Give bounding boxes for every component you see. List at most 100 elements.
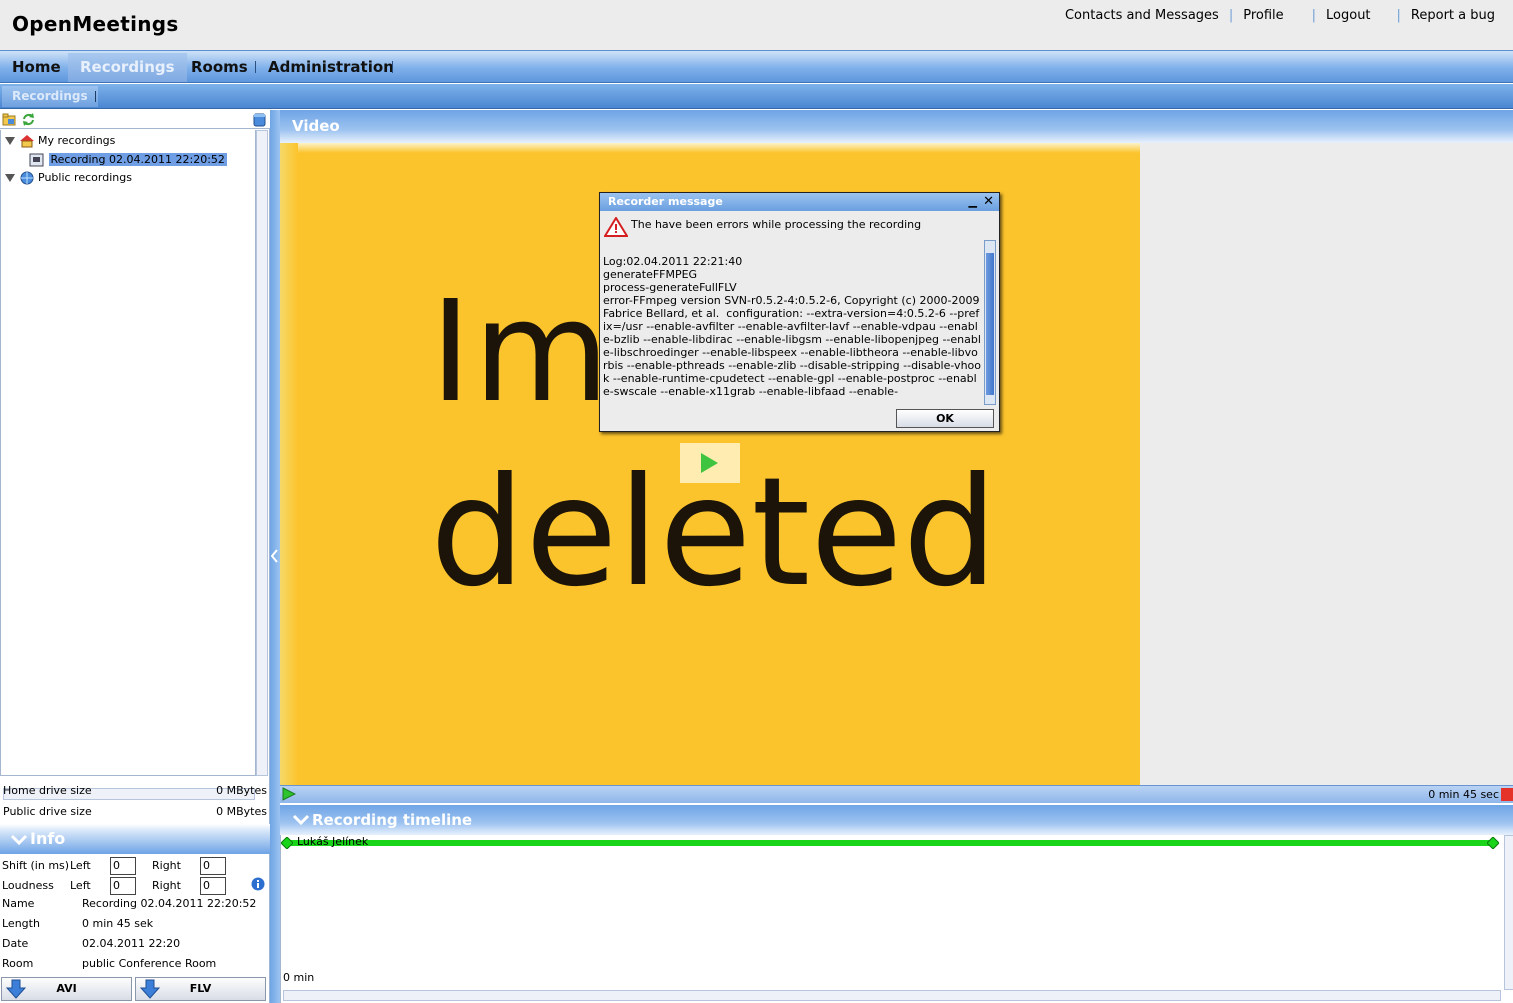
dialog-title: Recorder message xyxy=(608,195,723,208)
chevron-left-icon xyxy=(271,549,278,563)
minimize-icon[interactable]: ▁ xyxy=(969,193,977,211)
length-value: 0 min 45 sek xyxy=(82,917,154,930)
info-icon[interactable] xyxy=(251,877,265,891)
track-end-handle-icon[interactable] xyxy=(1487,837,1499,849)
nav-home[interactable]: Home xyxy=(0,53,73,82)
play-small-icon[interactable] xyxy=(282,787,296,801)
dialog-scrollbar[interactable] xyxy=(984,240,996,405)
name-label: Name xyxy=(2,897,35,910)
video-left-edge xyxy=(280,143,298,785)
home-drive-value: 0 MBytes xyxy=(216,784,267,797)
chevron-down-icon xyxy=(10,834,28,846)
video-top-edge xyxy=(280,143,1140,153)
info-title: Info xyxy=(30,829,66,848)
shift-left-input[interactable]: 0 xyxy=(110,857,136,875)
dialog-message: The have been errors while processing th… xyxy=(631,218,922,231)
tree-node-recording[interactable]: Recording 02.04.2011 22:20:52 xyxy=(29,151,227,169)
recordings-tree: My recordings Recording 02.04.2011 22:20… xyxy=(0,130,256,800)
chevron-down-icon xyxy=(292,814,310,826)
stop-marker[interactable] xyxy=(1501,788,1513,801)
tree-node-public-recordings[interactable]: Public recordings xyxy=(5,169,132,187)
tree-label-my-recordings: My recordings xyxy=(38,134,116,147)
public-drive-size-row: Public drive size 0 MBytes xyxy=(0,802,270,822)
shift-right-label: Right xyxy=(152,859,181,872)
globe-icon xyxy=(20,171,33,185)
logout-link[interactable]: Logout xyxy=(1326,8,1371,23)
home-drive-size-row: Home drive size 0 MBytes xyxy=(0,781,270,801)
timeline-user-label: Lukáš Jelínek xyxy=(297,835,369,848)
avi-label: AVI xyxy=(56,982,77,995)
timeline-vertical-scrollbar[interactable] xyxy=(1504,835,1513,990)
video-time: 0 min 45 sec xyxy=(1428,788,1499,801)
left-panel: My recordings Recording 02.04.2011 22:20… xyxy=(0,110,270,1003)
timeline-header[interactable]: Recording timeline xyxy=(280,805,1513,835)
download-flv-button[interactable]: FLV xyxy=(135,977,266,1001)
ok-button[interactable]: OK xyxy=(896,409,994,428)
top-links: Contacts and Messages | Profile | Logout | Rep… xyxy=(1065,8,1495,23)
dialog-scroll-thumb[interactable] xyxy=(986,253,994,395)
dialog-title-bar[interactable]: Recorder message ▁ ✕ xyxy=(600,193,999,211)
loudness-left-input[interactable]: 0 xyxy=(110,877,136,895)
app-title: OpenMeetings xyxy=(12,12,179,36)
link-separator: | xyxy=(1228,8,1234,23)
shift-label: Shift (in ms) xyxy=(2,859,70,872)
loudness-left-label: Left xyxy=(70,879,91,892)
refresh-icon[interactable] xyxy=(21,112,36,127)
video-control-bar: 0 min 45 sec xyxy=(280,785,1513,803)
shift-right-input[interactable]: 0 xyxy=(200,857,226,875)
timeline-zero-label: 0 min xyxy=(283,971,315,984)
flv-label: FLV xyxy=(189,982,212,995)
timeline-track[interactable] xyxy=(285,840,1495,846)
length-label: Length xyxy=(2,917,40,930)
play-button[interactable] xyxy=(680,443,740,483)
subnav-recordings[interactable]: Recordings xyxy=(2,86,98,107)
trash-icon[interactable] xyxy=(252,112,267,127)
track-start-handle-icon[interactable] xyxy=(281,837,293,849)
info-header[interactable]: Info xyxy=(0,824,270,854)
play-icon xyxy=(701,453,718,473)
tree-toolbar xyxy=(0,110,270,129)
timeline-area: Lukáš Jelínek 0 min xyxy=(280,835,1513,1003)
profile-link[interactable]: Profile xyxy=(1243,8,1283,23)
new-folder-icon[interactable] xyxy=(2,112,17,127)
name-value: Recording 02.04.2011 22:20:52 xyxy=(82,897,257,910)
link-separator: | xyxy=(1396,8,1401,23)
loudness-right-input[interactable]: 0 xyxy=(200,877,226,895)
room-label: Room xyxy=(2,957,34,970)
close-icon[interactable]: ✕ xyxy=(983,193,994,211)
shift-row: Shift (in ms) Left 0 Right 0 xyxy=(0,856,270,876)
download-avi-button[interactable]: AVI xyxy=(1,977,132,1001)
nav-rooms[interactable]: Rooms xyxy=(179,53,260,82)
panel-collapse-tab[interactable] xyxy=(270,110,280,1003)
tree-vertical-scrollbar[interactable] xyxy=(256,130,268,776)
link-separator: | xyxy=(1311,8,1317,23)
date-label: Date xyxy=(2,937,29,950)
main-nav: Home Recordings Rooms Administration xyxy=(0,50,1513,83)
public-drive-label: Public drive size xyxy=(3,805,92,818)
report-bug-link[interactable]: Report a bug xyxy=(1411,8,1495,23)
tree-label-public-recordings: Public recordings xyxy=(38,171,132,184)
expand-arrow-icon[interactable] xyxy=(5,137,15,145)
expand-arrow-icon[interactable] xyxy=(5,174,15,182)
home-drive-label: Home drive size xyxy=(3,784,92,797)
date-value: 02.04.2011 22:20 xyxy=(82,937,181,950)
contacts-messages-link[interactable]: Contacts and Messages xyxy=(1065,8,1219,23)
timeline-horizontal-scrollbar[interactable] xyxy=(283,990,1501,1001)
tree-label-recording: Recording 02.04.2011 22:20:52 xyxy=(48,153,227,166)
tree-node-my-recordings[interactable]: My recordings xyxy=(5,132,115,150)
length-row: Length 0 min 45 sek xyxy=(0,914,270,934)
nav-administration[interactable]: Administration xyxy=(256,53,406,82)
loudness-label: Loudness xyxy=(2,879,54,892)
video-image-text-line1: Im xyxy=(430,271,612,434)
recording-file-icon xyxy=(29,153,44,167)
subnav-separator xyxy=(95,91,96,102)
home-icon xyxy=(19,135,34,148)
loudness-right-label: Right xyxy=(152,879,181,892)
sub-nav: Recordings xyxy=(0,84,1513,109)
top-bar: OpenMeetings Contacts and Messages | Profi… xyxy=(0,0,1513,50)
download-arrow-icon xyxy=(5,979,27,999)
warning-icon xyxy=(604,217,628,237)
public-drive-value: 0 MBytes xyxy=(216,805,267,818)
nav-recordings[interactable]: Recordings xyxy=(68,53,187,82)
nav-separator xyxy=(392,61,393,73)
